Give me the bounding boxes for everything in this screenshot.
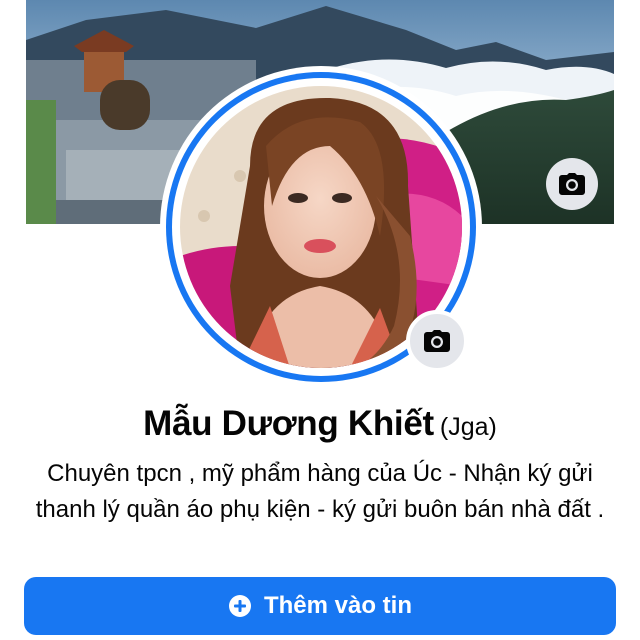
profile-page: Mẫu Dương Khiết (Jga) Chuyên tpcn , mỹ ph… [0, 0, 640, 640]
alternate-name: (Jga) [439, 413, 497, 441]
profile-bio[interactable]: Chuyên tpcn , mỹ phẩm hàng của Úc - Nhận… [20, 456, 620, 528]
edit-profile-picture-button[interactable] [406, 310, 468, 372]
plus-circle-icon [228, 594, 252, 618]
profile-name-heading: Mẫu Dương Khiết (Jga) [0, 404, 640, 444]
add-to-story-button[interactable]: Thêm vào tin [24, 577, 616, 635]
edit-cover-button[interactable] [546, 158, 598, 210]
camera-icon [559, 173, 585, 195]
profile-name: Mẫu Dương Khiết [143, 404, 434, 443]
camera-icon [424, 330, 450, 352]
add-to-story-label: Thêm vào tin [263, 592, 413, 619]
